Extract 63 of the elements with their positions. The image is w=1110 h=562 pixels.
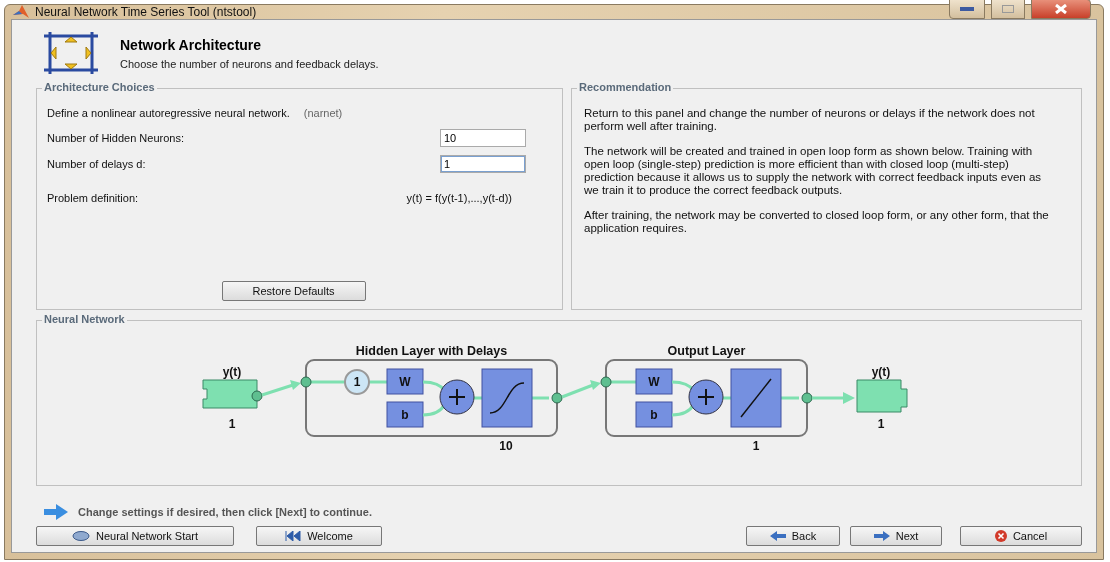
arrow xyxy=(261,380,301,397)
description-text: Define a nonlinear autoregressive neural network. xyxy=(47,107,290,119)
recommendation-text: After training, the network may be converted to closed loop form, or any other form, that the application requires. xyxy=(584,209,1050,235)
panel-title: Architecture Choices xyxy=(42,81,157,93)
field-label: Number of Hidden Neurons: xyxy=(47,132,184,144)
input-block xyxy=(202,379,263,409)
arrow xyxy=(561,380,601,399)
cancel-icon xyxy=(994,530,1007,542)
bias-block: b xyxy=(635,401,673,428)
input-label: y(t) xyxy=(222,365,242,379)
minimize-button[interactable] xyxy=(949,0,985,19)
node-dot xyxy=(551,392,563,404)
welcome-button[interactable]: Welcome xyxy=(256,526,382,546)
cancel-button[interactable]: Cancel xyxy=(960,526,1082,546)
number-input[interactable]: 10 xyxy=(440,129,526,147)
layer-size: 1 xyxy=(752,439,760,453)
hint-text: Change settings if desired, then click [Next] to continue. xyxy=(78,506,372,518)
weight-block: W xyxy=(386,368,424,395)
output-size: 1 xyxy=(877,417,885,431)
layer-title: Output Layer xyxy=(667,344,746,358)
field-label: Number of delays d: xyxy=(47,158,146,170)
number-input[interactable]: 1 xyxy=(440,155,526,173)
right-arrow-icon xyxy=(873,531,890,541)
close-icon xyxy=(1054,4,1068,14)
page-subtitle: Choose the number of neurons and feedback delays. xyxy=(120,57,379,70)
minimize-icon xyxy=(960,7,974,11)
function-name: (narnet) xyxy=(303,107,343,119)
node-dot xyxy=(801,392,813,404)
panel-title: Recommendation xyxy=(577,81,674,93)
node-dot xyxy=(600,376,612,388)
right-arrow-icon xyxy=(44,504,68,520)
transfer-function-block xyxy=(730,368,782,428)
arrow xyxy=(812,392,855,404)
left-arrow-icon xyxy=(769,531,786,541)
weight-block: W xyxy=(635,368,673,395)
architecture-icon xyxy=(44,32,98,74)
window-title: Neural Network Time Series Tool (ntstool) xyxy=(35,5,258,19)
start-button[interactable]: Neural Network Start xyxy=(36,526,234,546)
rewind-icon xyxy=(285,531,302,541)
next-button[interactable]: Next xyxy=(850,526,942,546)
output-block xyxy=(856,379,908,413)
sum-node xyxy=(688,379,724,415)
close-button[interactable] xyxy=(1031,0,1091,19)
layer-size: 10 xyxy=(499,439,513,453)
formula-text: y(t) = f(y(t-1),...,y(t-d)) xyxy=(406,192,512,204)
node-dot xyxy=(300,376,312,388)
back-button[interactable]: Back xyxy=(746,526,840,546)
layer-title: Hidden Layer with Delays xyxy=(355,344,508,358)
maximize-icon xyxy=(1002,5,1014,13)
recommendation-text: The network will be created and trained in open loop form as shown below. Training with open loop (single-step) prediction is more efficient than with closed loop (multi-step) prediction because it allows us to supply the network with correct feedback inputs even as we train it to produce the correct feedback outputs. xyxy=(584,145,1043,197)
panel-title: Neural Network xyxy=(42,313,127,325)
field-label: Problem definition: xyxy=(47,192,139,204)
output-label: y(t) xyxy=(871,365,891,379)
delay-clock-icon: 1 xyxy=(344,369,370,395)
transfer-function-block xyxy=(481,368,533,428)
bias-block: b xyxy=(386,401,424,428)
recommendation-text: Return to this panel and change the number of neurons or delays if the network does not perform well after training. xyxy=(584,107,1036,133)
input-size: 1 xyxy=(228,417,236,431)
app-logo-icon xyxy=(13,5,29,19)
restore-defaults-button[interactable]: Restore Defaults xyxy=(221,281,366,301)
sum-node xyxy=(439,379,475,415)
maximize-button[interactable] xyxy=(991,0,1025,19)
page-title: Network Architecture xyxy=(120,36,263,53)
